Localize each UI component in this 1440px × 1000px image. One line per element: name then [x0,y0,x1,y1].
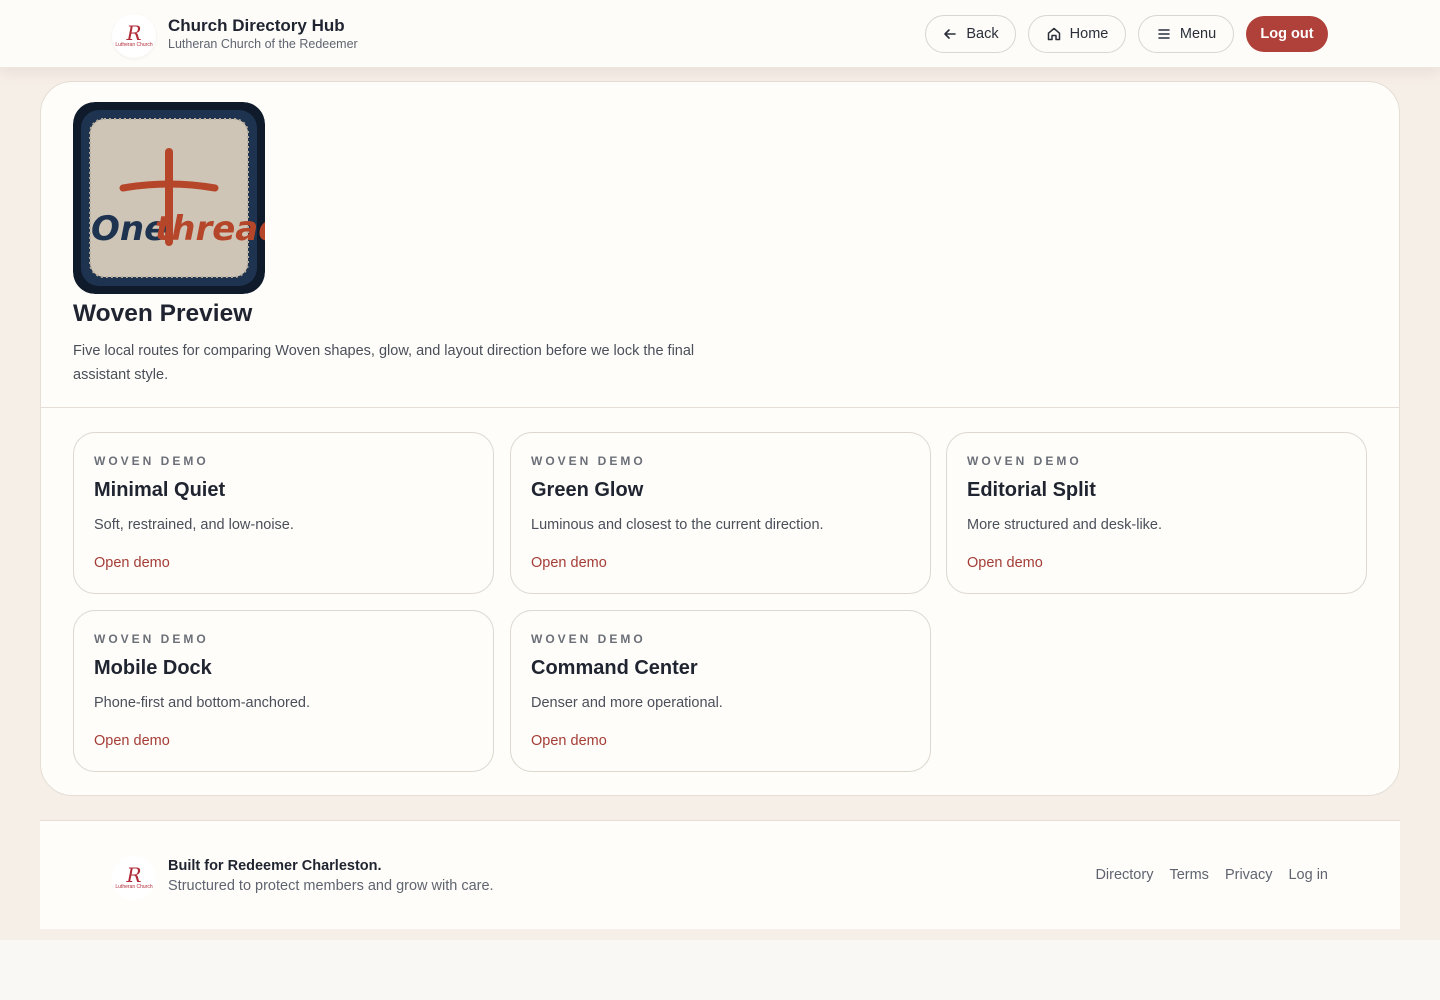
demo-eyebrow: WOVEN DEMO [531,632,646,646]
demo-eyebrow: WOVEN DEMO [531,454,646,468]
demo-eyebrow: WOVEN DEMO [94,632,209,646]
app-title: Church Directory Hub [168,16,345,35]
home-icon [1047,27,1060,41]
footer-logo-caption: Lutheran Church [115,884,153,890]
demo-eyebrow: WOVEN DEMO [967,454,1082,468]
home-button-label: Home [1069,26,1109,42]
demo-card-minimal-quiet[interactable]: WOVEN DEMO Minimal Quiet Soft, restraine… [73,432,494,594]
demo-title: Command Center [531,657,698,679]
footer-links: Directory Terms Privacy Log in [1095,867,1328,883]
demo-title: Mobile Dock [94,657,212,679]
back-button[interactable]: Back [925,15,1016,53]
footer-link-terms[interactable]: Terms [1169,867,1208,883]
demo-description: Phone-first and bottom-anchored. [94,695,311,711]
back-button-label: Back [966,26,999,42]
demo-description: Denser and more operational. [531,695,723,711]
page-description: Five local routes for comparing Woven sh… [73,343,695,383]
demo-description: Luminous and closest to the current dire… [531,517,824,533]
demo-card-mobile-dock[interactable]: WOVEN DEMO Mobile Dock Phone-first and b… [73,610,494,772]
demo-description: Soft, restrained, and low-noise. [94,517,294,533]
logo-monogram: R [126,21,142,45]
menu-button-label: Menu [1179,26,1217,42]
demo-card-command-center[interactable]: WOVEN DEMO Command Center Denser and mor… [510,610,931,772]
open-demo-link[interactable]: Open demo [531,733,607,749]
top-header: R Lutheran Church Church Directory Hub L… [0,0,1440,68]
logout-button[interactable]: Log out [1246,16,1328,52]
demo-eyebrow: WOVEN DEMO [94,454,209,468]
demo-title: Editorial Split [967,479,1096,501]
logo-word-thread: thread [155,209,265,249]
demo-card-green-glow[interactable]: WOVEN DEMO Green Glow Luminous and close… [510,432,931,594]
open-demo-link[interactable]: Open demo [531,555,607,571]
church-name: Lutheran Church of the Redeemer [168,37,358,51]
footer-church-logo: R Lutheran Church [112,856,156,900]
footer-subtitle: Structured to protect members and grow w… [168,878,494,894]
site-footer: R Lutheran Church Built for Redeemer Cha… [40,820,1400,929]
logo-caption: Lutheran Church [115,42,153,48]
footer-logo-monogram: R [126,863,142,887]
footer-link-login[interactable]: Log in [1288,867,1328,883]
church-logo[interactable]: R Lutheran Church [112,14,156,58]
home-button[interactable]: Home [1028,15,1126,53]
footer-link-directory[interactable]: Directory [1095,867,1153,883]
arrow-left-icon [944,29,957,39]
footer-link-privacy[interactable]: Privacy [1225,867,1273,883]
open-demo-link[interactable]: Open demo [94,555,170,571]
one-thread-logo-image: One thread [73,102,265,294]
open-demo-link[interactable]: Open demo [967,555,1043,571]
menu-button[interactable]: Menu [1138,15,1234,53]
open-demo-link[interactable]: Open demo [94,733,170,749]
demo-title: Green Glow [531,479,644,501]
demo-card-editorial-split[interactable]: WOVEN DEMO Editorial Split More structur… [946,432,1367,594]
demo-description: More structured and desk-like. [967,517,1163,533]
demo-title: Minimal Quiet [94,479,226,501]
woven-preview-card: One thread Woven Preview Five local rout… [40,81,1400,796]
hamburger-icon [1158,29,1170,39]
page-title: Woven Preview [73,300,253,327]
footer-title: Built for Redeemer Charleston. [168,858,382,874]
section-divider [41,407,1399,408]
